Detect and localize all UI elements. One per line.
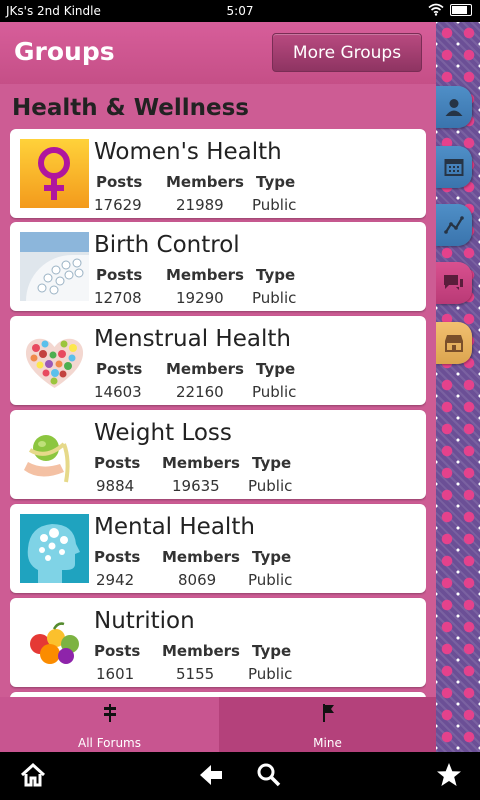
chart-icon [444, 216, 464, 234]
fruit-icon [20, 608, 89, 677]
female-symbol-icon [20, 139, 89, 208]
groups-screen: Groups More Groups Health & Wellness Wom… [0, 22, 436, 752]
system-nav-bar [0, 752, 480, 800]
members-label: Members [162, 454, 240, 472]
posts-label: Posts [96, 266, 143, 284]
posts-label: Posts [94, 642, 141, 660]
group-card-weight-loss[interactable]: Weight Loss Posts Members Type 9884 1963… [10, 410, 426, 499]
group-card-womens-health[interactable]: Women's Health Posts Members Type 17629 … [10, 129, 426, 218]
type-label: Type [252, 454, 292, 472]
tab-mine[interactable]: Mine [219, 697, 436, 752]
chart-tab[interactable] [436, 204, 472, 246]
profile-icon [445, 99, 463, 116]
profile-tab[interactable] [436, 86, 472, 128]
back-arrow-icon [200, 765, 222, 785]
group-card-nutrition[interactable]: Nutrition Posts Members Type 1601 5155 P… [10, 598, 426, 687]
bottom-tab-bar: All Forums Mine [0, 697, 436, 752]
members-label: Members [162, 642, 240, 660]
posts-label: Posts [96, 360, 143, 378]
page-title: Groups [14, 37, 115, 66]
calendar-icon [444, 159, 464, 176]
heart-collage-icon [20, 326, 89, 395]
posts-count: 2942 [96, 571, 135, 589]
posts-count: 12708 [94, 289, 142, 307]
tab-label: Mine [313, 736, 342, 750]
type-label: Type [256, 173, 296, 191]
members-label: Members [166, 360, 244, 378]
status-time: 5:07 [226, 4, 254, 18]
posts-label: Posts [94, 548, 141, 566]
members-count: 19290 [176, 289, 224, 307]
type-label: Type [252, 548, 292, 566]
back-button[interactable] [198, 762, 224, 792]
members-count: 21989 [176, 196, 224, 214]
header-bar: Groups More Groups [0, 22, 436, 84]
chat-tab[interactable] [436, 262, 472, 304]
type-label: Type [256, 266, 296, 284]
members-label: Members [166, 266, 244, 284]
group-name: Nutrition [94, 608, 195, 634]
star-icon [437, 763, 461, 786]
posts-label: Posts [94, 454, 141, 472]
members-count: 5155 [176, 665, 215, 683]
battery-icon [450, 3, 472, 16]
side-pattern-background [436, 22, 480, 752]
posts-label: Posts [96, 173, 143, 191]
search-button[interactable] [256, 762, 282, 792]
pill-pack-icon [20, 232, 89, 301]
posts-count: 17629 [94, 196, 142, 214]
group-name: Birth Control [94, 232, 240, 258]
wifi-icon [428, 3, 444, 16]
group-type: Public [252, 383, 297, 401]
type-label: Type [256, 360, 296, 378]
members-count: 22160 [176, 383, 224, 401]
group-card-birth-control[interactable]: Birth Control Posts Members Type 12708 1… [10, 222, 426, 311]
members-label: Members [166, 173, 244, 191]
home-icon [20, 762, 46, 787]
group-type: Public [252, 289, 297, 307]
favorites-button[interactable] [436, 762, 462, 792]
shop-icon [445, 335, 463, 352]
group-name: Menstrual Health [94, 326, 291, 352]
members-label: Members [162, 548, 240, 566]
apple-measuring-tape-icon [20, 420, 89, 489]
section-title: Health & Wellness [12, 95, 249, 121]
group-name: Mental Health [94, 514, 255, 540]
group-list: Women's Health Posts Members Type 17629 … [10, 129, 426, 697]
chat-icon [444, 275, 463, 290]
tab-label: All Forums [78, 736, 141, 750]
group-type: Public [248, 477, 293, 495]
signpost-icon [103, 704, 116, 722]
group-type: Public [252, 196, 297, 214]
members-count: 8069 [178, 571, 217, 589]
head-bubbles-icon [20, 514, 89, 583]
home-button[interactable] [20, 762, 46, 792]
posts-count: 9884 [96, 477, 135, 495]
shop-tab[interactable] [436, 322, 472, 364]
group-name: Weight Loss [94, 420, 232, 446]
members-count: 19635 [172, 477, 220, 495]
group-card-menstrual-health[interactable]: Menstrual Health Posts Members Type 1460… [10, 316, 426, 405]
tab-all-forums[interactable]: All Forums [0, 697, 219, 752]
group-name: Women's Health [94, 139, 282, 165]
search-icon [257, 763, 281, 787]
posts-count: 14603 [94, 383, 142, 401]
type-label: Type [252, 642, 292, 660]
group-type: Public [248, 665, 293, 683]
more-groups-button[interactable]: More Groups [272, 33, 422, 72]
calendar-tab[interactable] [436, 146, 472, 188]
posts-count: 1601 [96, 665, 135, 683]
status-bar: JKs's 2nd Kindle 5:07 [0, 0, 480, 22]
group-card-mental-health[interactable]: Mental Health Posts Members Type 2942 80… [10, 504, 426, 593]
flag-icon [322, 704, 334, 722]
group-type: Public [248, 571, 293, 589]
